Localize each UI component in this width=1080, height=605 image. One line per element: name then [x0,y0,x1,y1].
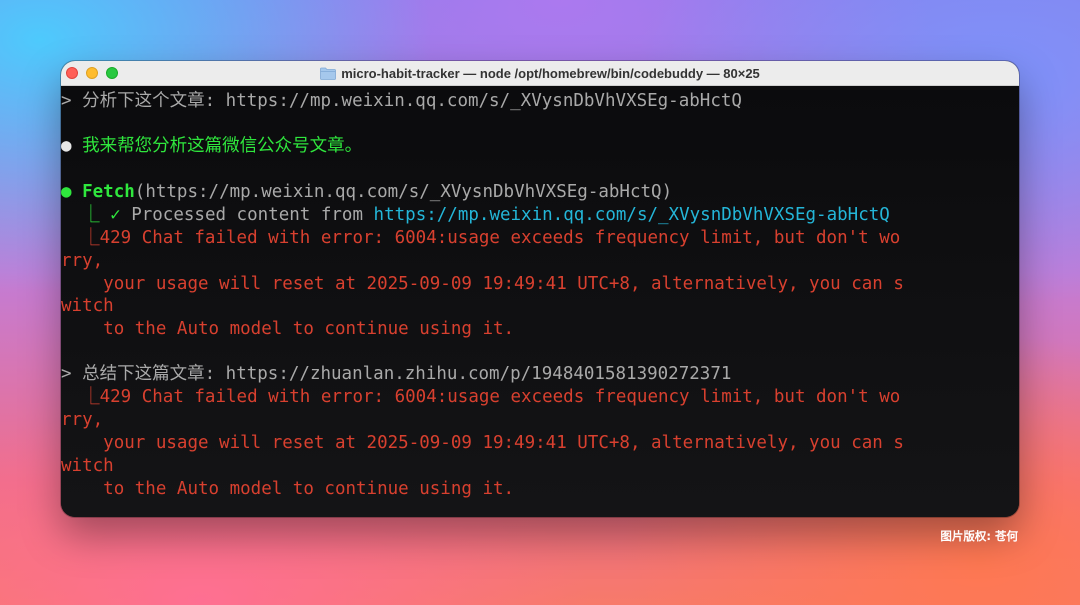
window-title-area: micro-habit-tracker — node /opt/homebrew… [61,61,1019,85]
error-text-3: your usage will reset at 2025-09-09 19:4… [103,274,904,294]
assistant-text: 我来帮您分析这篇微信公众号文章。 [82,136,363,156]
error-prefix: ⎿ [82,228,100,248]
error-prefix: ⎿ [82,387,100,407]
window-title: micro-habit-tracker — node /opt/homebrew… [341,65,760,81]
tool-call-line: ● Fetch(https://mp.weixin.qq.com/s/_XVys… [61,181,672,204]
prompt-text: 分析下这个文章: https://mp.weixin.qq.com/s/_XVy… [82,91,742,111]
error-text-2: rry, [61,251,104,271]
image-credit: 图片版权: 苍何 [940,529,1018,543]
error-line: your usage will reset at 2025-09-09 19:4… [61,273,904,296]
result-text: Processed content from [131,205,363,225]
error-line: your usage will reset at 2025-09-09 19:4… [61,432,904,455]
error-line: ⎿429 Chat failed with error: 6004:usage … [61,227,900,250]
error-text-2: rry, [61,410,104,430]
error-text-1: 429 Chat failed with error: 6004:usage e… [99,228,901,248]
tool-args: (https://mp.weixin.qq.com/s/_XVysnDbVhVX… [134,182,673,202]
tool-bullet-icon: ● [61,182,72,202]
folder-icon [320,67,337,80]
prompt-marker: > [61,91,72,111]
error-text-4: witch [61,296,114,316]
prompt-marker: > [61,364,72,384]
result-prefix: ⎿ ✓ [82,205,121,225]
error-text-5: to the Auto model to continue using it. [103,319,515,339]
error-line: rry, [61,409,103,432]
tool-result-line: ⎿ ✓ Processed content from https://mp.we… [61,204,890,227]
user-prompt-line: > 分析下这个文章: https://mp.weixin.qq.com/s/_X… [61,90,742,113]
terminal-window: micro-habit-tracker — node /opt/homebrew… [61,61,1019,517]
error-text-4: witch [61,456,114,476]
error-text-5: to the Auto model to continue using it. [103,479,515,499]
error-line: rry, [61,250,103,273]
result-link[interactable]: https://mp.weixin.qq.com/s/_XVysnDbVhVXS… [374,205,890,225]
error-line: to the Auto model to continue using it. [61,478,514,501]
error-line: witch [61,455,114,478]
error-text-3: your usage will reset at 2025-09-09 19:4… [103,433,904,453]
error-line: ⎿429 Chat failed with error: 6004:usage … [61,386,900,409]
bullet-icon: ● [61,136,72,156]
user-prompt-line: > 总结下这篇文章: https://zhuanlan.zhihu.com/p/… [61,363,731,386]
title-bar[interactable]: micro-habit-tracker — node /opt/homebrew… [61,61,1019,86]
error-text-1: 429 Chat failed with error: 6004:usage e… [99,387,901,407]
assistant-message-line: ● 我来帮您分析这篇微信公众号文章。 [61,135,362,158]
tool-name: Fetch [82,182,135,202]
error-line: witch [61,295,114,318]
error-line: to the Auto model to continue using it. [61,318,514,341]
prompt-text: 总结下这篇文章: https://zhuanlan.zhihu.com/p/19… [82,364,732,384]
terminal-output[interactable]: > 分析下这个文章: https://mp.weixin.qq.com/s/_X… [61,86,1019,517]
